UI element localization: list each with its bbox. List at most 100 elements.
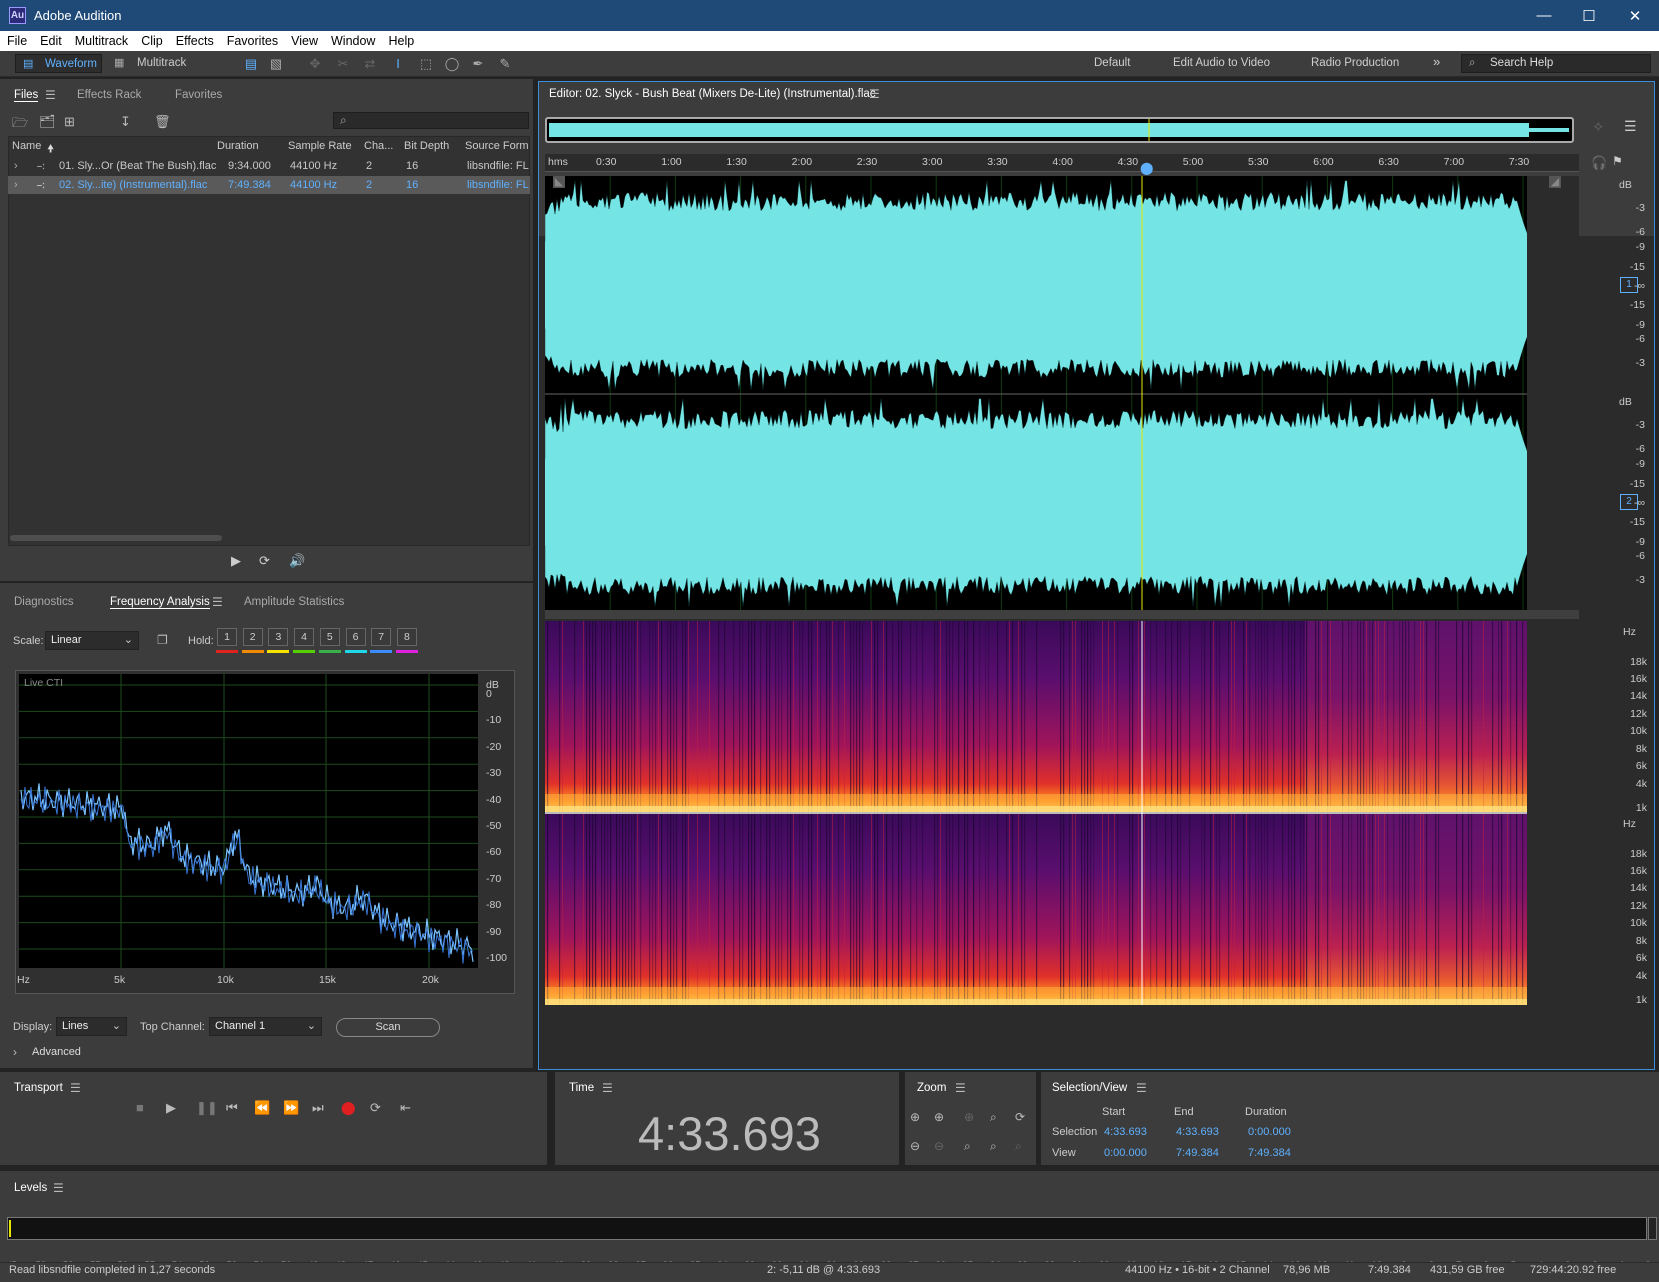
spectral-display[interactable] — [545, 621, 1579, 1005]
import-file-icon[interactable]: 🗂 — [39, 114, 56, 130]
scale-dropdown[interactable]: Linear ⌄ — [45, 631, 139, 650]
tab-files[interactable]: Files — [14, 89, 39, 102]
previous-icon[interactable]: ⏮ — [226, 1100, 238, 1116]
menu-clip[interactable]: Clip — [134, 34, 169, 48]
fade-out-handle-icon[interactable]: ◢ — [1549, 176, 1561, 188]
loop-icon[interactable]: ⟳ — [370, 1100, 381, 1116]
marquee-tool-icon[interactable]: ⬚ — [418, 56, 434, 71]
pause-icon[interactable]: ❚❚ — [196, 1100, 218, 1116]
search-help-input[interactable]: ⌕ Search Help — [1461, 54, 1651, 73]
waveform-view-button[interactable]: ▤ Waveform — [15, 54, 102, 73]
menu-help[interactable]: Help — [381, 34, 420, 48]
file-row[interactable]: › ∹ 01. Sly...Or (Beat The Bush).flac 9:… — [8, 157, 530, 175]
zoom-full-icon[interactable]: ⌕ — [1015, 1139, 1022, 1154]
zoom-in-time-icon[interactable]: ⊕ — [934, 1110, 944, 1124]
clip-indicator[interactable] — [1648, 1217, 1657, 1240]
zoom-out-time-icon[interactable]: ⊖ — [934, 1139, 944, 1153]
expand-chevron-icon[interactable]: › — [14, 160, 18, 172]
tab-effects-rack[interactable]: Effects Rack — [77, 89, 141, 101]
tab-frequency-analysis[interactable]: Frequency Analysis — [110, 596, 210, 609]
loop-preview-icon[interactable]: ⟳ — [259, 553, 270, 569]
record-icon[interactable]: ⬤ — [341, 1100, 356, 1116]
column-source-format[interactable]: Source Form... — [465, 140, 529, 152]
hold-button-8[interactable]: 8 — [396, 628, 417, 646]
playhead-marker-icon[interactable]: ⬤ — [1140, 161, 1153, 175]
menu-effects[interactable]: Effects — [169, 34, 220, 48]
hold-button-2[interactable]: 2 — [242, 628, 263, 646]
zoom-nav-icon[interactable]: ✧ — [1592, 118, 1605, 136]
column-duration[interactable]: Duration — [217, 140, 259, 152]
expand-chevron-icon[interactable]: › — [14, 179, 18, 191]
zoom-out-point-icon[interactable]: ⌕ — [990, 1139, 997, 1154]
headphones-icon[interactable]: 🎧 — [1591, 155, 1607, 171]
maximize-button[interactable]: ☐ — [1566, 0, 1612, 31]
files-panel-menu-icon[interactable]: ☰ — [45, 88, 56, 102]
time-ruler[interactable]: hms 0:30 1:00 1:30 2:00 2:30 3:00 3:30 4:00 4:30 5… — [545, 154, 1579, 175]
stop-icon[interactable]: ■ — [136, 1100, 144, 1115]
zoom-to-selection-icon[interactable]: ⊕ — [964, 1110, 974, 1124]
open-file-icon[interactable]: 🗁 — [12, 114, 28, 136]
column-name[interactable]: Name — [12, 140, 41, 152]
hold-button-3[interactable]: 3 — [268, 628, 289, 646]
zoom-menu-icon[interactable]: ☰ — [955, 1081, 966, 1095]
editor-menu-icon[interactable]: ☰ — [869, 87, 880, 101]
marker-pin-icon[interactable]: ⚑ — [1612, 154, 1623, 168]
menu-edit[interactable]: Edit — [33, 34, 68, 48]
transport-menu-icon[interactable]: ☰ — [70, 1081, 81, 1095]
multitrack-view-button[interactable]: ▦ Multitrack — [108, 54, 198, 73]
file-row-selected[interactable]: › ∹ 02. Sly...ite) (Instrumental).flac 7… — [8, 176, 530, 194]
column-sample-rate[interactable]: Sample Rate — [288, 140, 352, 152]
tab-amplitude-statistics[interactable]: Amplitude Statistics — [244, 596, 344, 608]
zoom-in-amplitude-icon[interactable]: ⊕ — [910, 1110, 920, 1124]
more-workspaces-icon[interactable]: » — [1433, 54, 1440, 69]
spectral-display-icon[interactable]: ▧ — [268, 56, 284, 71]
workspace-edit-audio-to-video[interactable]: Edit Audio to Video — [1173, 57, 1270, 69]
lasso-tool-icon[interactable]: ◯ — [444, 56, 460, 71]
insert-into-multitrack-icon[interactable]: ↧ — [120, 114, 131, 130]
channel-1-badge[interactable]: 1 — [1620, 277, 1638, 293]
auto-play-icon[interactable]: 🔊 — [289, 553, 305, 569]
hold-button-6[interactable]: 6 — [345, 628, 366, 646]
tab-favorites[interactable]: Favorites — [175, 89, 222, 101]
menu-window[interactable]: Window — [324, 34, 381, 48]
tab-diagnostics[interactable]: Diagnostics — [14, 596, 73, 608]
selection-duration[interactable]: 0:00.000 — [1248, 1126, 1291, 1138]
brush-tool-icon[interactable]: ✒ — [470, 56, 486, 71]
menu-favorites[interactable]: Favorites — [220, 34, 284, 48]
view-start[interactable]: 0:00.000 — [1104, 1147, 1147, 1159]
waveform-spectral-divider[interactable] — [545, 610, 1579, 619]
zoom-out-full-icon[interactable]: ⌕ — [964, 1139, 971, 1154]
display-dropdown[interactable]: Lines ⌄ — [56, 1017, 127, 1036]
hold-button-5[interactable]: 5 — [319, 628, 340, 646]
minimize-button[interactable]: — — [1521, 0, 1567, 31]
overview-bar[interactable] — [545, 117, 1574, 143]
spot-healing-tool-icon[interactable]: ✎ — [497, 56, 513, 71]
column-bit-depth[interactable]: Bit Depth — [404, 140, 449, 152]
zoom-out-amplitude-icon[interactable]: ⊖ — [910, 1139, 920, 1153]
move-tool-icon[interactable]: ✥ — [307, 56, 323, 71]
scan-button[interactable]: Scan — [336, 1018, 440, 1037]
slip-tool-icon[interactable]: ⇄ — [362, 56, 378, 71]
time-selection-tool-icon[interactable]: I — [390, 56, 406, 71]
top-channel-dropdown[interactable]: Channel 1 ⌄ — [209, 1017, 322, 1036]
file-list-scrollbar[interactable] — [10, 535, 222, 541]
fade-in-handle-icon[interactable]: ◣ — [553, 176, 565, 188]
view-end[interactable]: 7:49.384 — [1176, 1147, 1219, 1159]
workspace-radio-production[interactable]: Radio Production — [1311, 57, 1399, 69]
menu-view[interactable]: View — [284, 34, 324, 48]
rewind-icon[interactable]: ⏪ — [254, 1100, 270, 1116]
hold-button-1[interactable]: 1 — [217, 628, 237, 646]
hold-button-4[interactable]: 4 — [294, 628, 315, 646]
selection-view-menu-icon[interactable]: ☰ — [1136, 1081, 1147, 1095]
new-file-icon[interactable]: ⊞ — [64, 114, 75, 130]
close-button[interactable]: ✕ — [1612, 0, 1658, 31]
analysis-panel-menu-icon[interactable]: ☰ — [212, 595, 223, 609]
razor-tool-icon[interactable]: ✂ — [335, 56, 351, 71]
next-icon[interactable]: ⏭ — [312, 1100, 324, 1116]
channel-2-badge[interactable]: 2 — [1620, 494, 1638, 510]
skip-selection-icon[interactable]: ⇤ — [400, 1100, 411, 1116]
copy-graph-icon[interactable]: ❐ — [157, 633, 168, 647]
advanced-chevron-icon[interactable]: › — [13, 1045, 17, 1059]
play-icon[interactable]: ▶ — [166, 1100, 176, 1116]
play-preview-icon[interactable]: ▶ — [231, 553, 241, 569]
